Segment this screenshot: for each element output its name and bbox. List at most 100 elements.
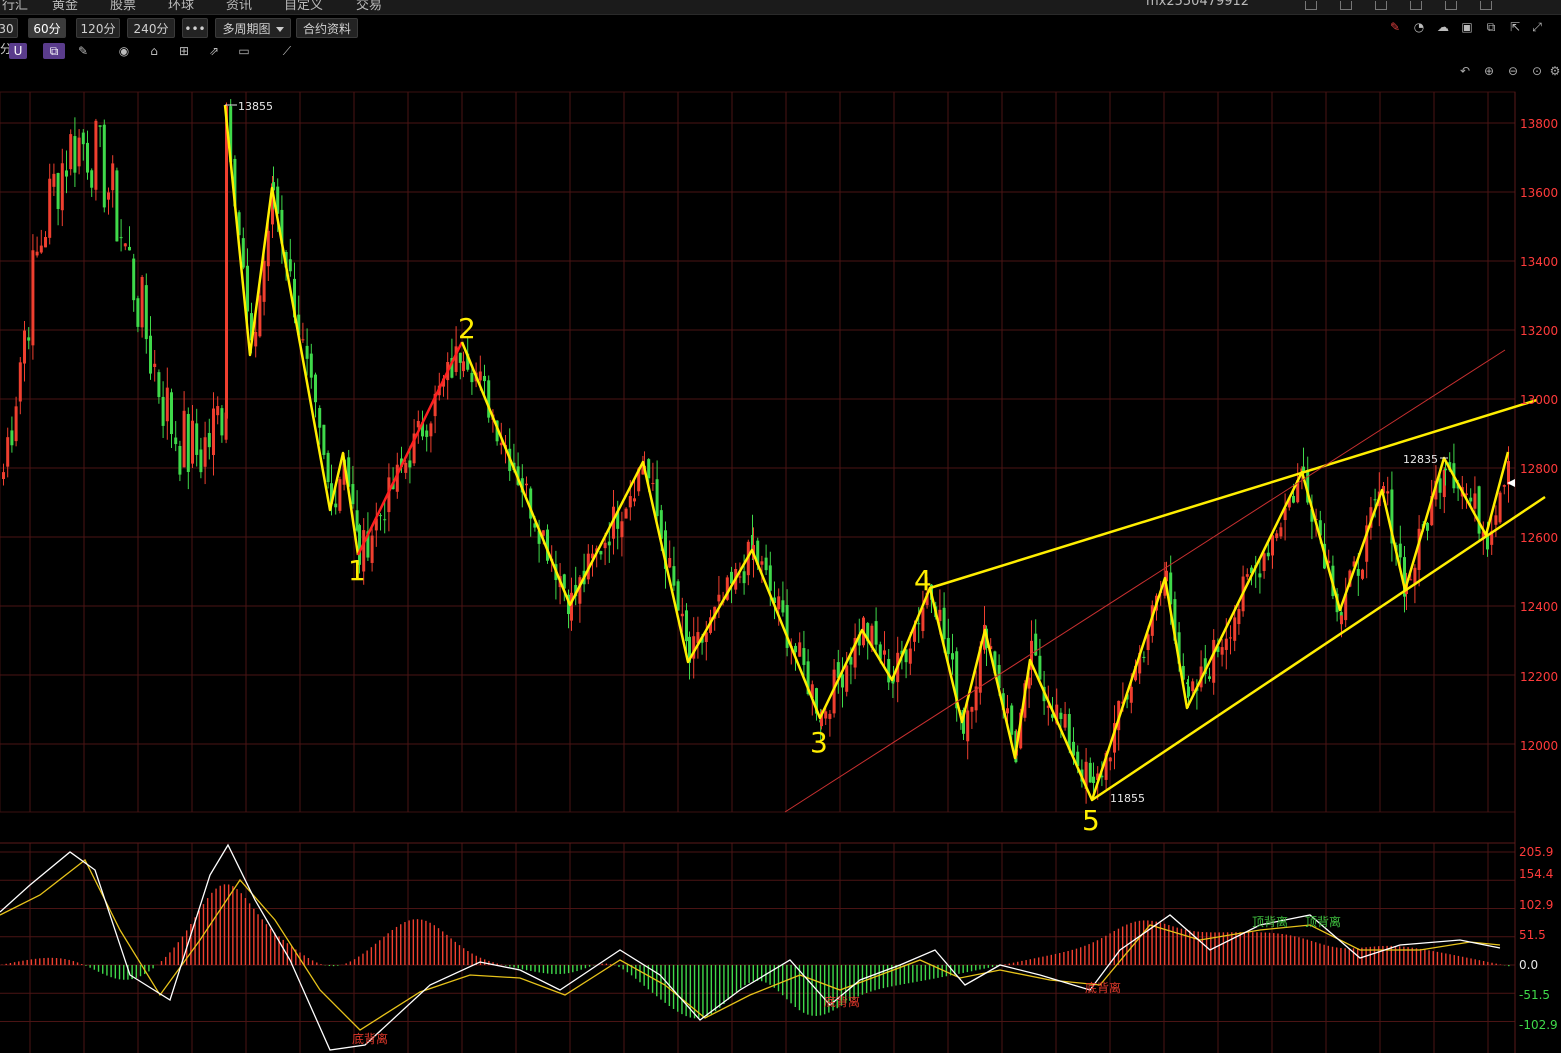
candle-body <box>73 136 77 173</box>
candle-body <box>1237 609 1241 625</box>
candle-body <box>1502 485 1506 487</box>
candle-body <box>326 452 330 483</box>
candle-body <box>1233 617 1237 641</box>
candle-body <box>1229 637 1232 639</box>
candle-body <box>717 594 721 602</box>
candle-body <box>174 437 178 445</box>
upper-trendline <box>929 398 1538 590</box>
candle-body <box>570 592 573 621</box>
candle-body <box>1507 461 1510 485</box>
candle-body <box>128 246 131 251</box>
candle-body <box>1438 478 1442 493</box>
candle-body <box>672 566 676 586</box>
candle-body <box>908 648 912 664</box>
candle-body <box>624 508 628 519</box>
macd-tick: 51.5 <box>1519 928 1546 942</box>
candle-body <box>429 423 433 437</box>
candle-body <box>1361 569 1364 579</box>
candle-body <box>1129 686 1133 703</box>
candle-body <box>1498 492 1502 523</box>
candle-body <box>314 374 317 403</box>
candle-body <box>607 541 611 546</box>
candle-body <box>1212 639 1216 683</box>
candle-body <box>216 406 220 416</box>
candle-body <box>874 621 878 645</box>
candle-body <box>1386 491 1390 494</box>
candle-body <box>680 613 684 617</box>
candle-body <box>458 352 462 363</box>
recent-high-label: 12835 <box>1403 453 1438 466</box>
candle-body <box>182 410 186 468</box>
candle-body <box>225 105 228 419</box>
candle-body <box>153 363 157 367</box>
candle-body <box>1494 515 1498 525</box>
candle-body <box>1266 552 1270 557</box>
candle-body <box>102 124 106 208</box>
candle-body <box>738 576 742 578</box>
candle-body <box>305 345 309 359</box>
wave-number-2: 2 <box>458 312 476 345</box>
candle-body <box>1426 522 1429 531</box>
candle-body <box>845 665 849 692</box>
candle-body <box>781 600 785 613</box>
candle-body <box>668 558 672 568</box>
candle-body <box>1191 681 1195 692</box>
candle-body <box>966 710 970 742</box>
candle-body <box>768 565 772 591</box>
price-tick: 12600 <box>1520 531 1558 545</box>
candle-body <box>258 295 262 337</box>
candle-body <box>620 521 624 538</box>
candle-body <box>86 142 89 173</box>
candle-body <box>938 609 942 622</box>
candle-body <box>1010 705 1014 735</box>
candle-body <box>77 137 81 167</box>
candle-body <box>246 265 249 312</box>
candle-body <box>35 251 39 256</box>
candle-body <box>1258 573 1262 578</box>
candle-body <box>942 607 946 640</box>
candle-body <box>334 503 338 508</box>
candle-body <box>760 561 764 565</box>
candle-body <box>322 424 326 455</box>
macd-tick: 102.9 <box>1519 898 1553 912</box>
price-tick: 13600 <box>1520 186 1558 200</box>
candle-body <box>1092 776 1095 784</box>
candle-body <box>1006 708 1009 714</box>
high-price-label: 13855 <box>238 100 273 113</box>
candle-body <box>1373 499 1377 501</box>
candle-body <box>478 371 482 381</box>
candle-body <box>1279 527 1283 537</box>
candle-body <box>149 335 152 374</box>
macd-tick: -51.5 <box>1519 988 1550 1002</box>
candle-body <box>115 170 119 242</box>
candle-body <box>6 437 10 467</box>
candle-body <box>416 420 420 428</box>
chart-canvas[interactable]: 13855 11855 12835 13800 13600 13400 1320… <box>0 0 1561 1053</box>
candle-body <box>191 420 194 464</box>
price-tick: 13400 <box>1520 255 1558 269</box>
divergence-label: 顶背离 <box>1305 914 1341 929</box>
candle-body <box>157 372 161 398</box>
candle-body <box>161 396 165 426</box>
candle-body <box>951 653 954 660</box>
macd-tick: 205.9 <box>1519 845 1553 859</box>
candle-body <box>10 430 14 446</box>
price-tick: 13800 <box>1520 117 1558 131</box>
candle-body <box>18 362 22 402</box>
candle-body <box>1108 757 1112 762</box>
divergence-label: 底背离 <box>824 994 860 1009</box>
candle-body <box>655 479 659 517</box>
candle-body <box>379 515 382 517</box>
candle-body <box>165 387 169 422</box>
candle-body <box>628 496 632 508</box>
candle-body <box>288 259 292 272</box>
candle-body <box>254 331 258 347</box>
candle-body <box>824 711 828 719</box>
candle-body <box>98 125 102 127</box>
price-tick: 12000 <box>1520 739 1558 753</box>
candle-body <box>1063 713 1067 728</box>
candle-body <box>199 449 203 473</box>
candle-body <box>1465 493 1468 495</box>
candle-body <box>1245 574 1249 577</box>
candle-body <box>777 596 781 610</box>
